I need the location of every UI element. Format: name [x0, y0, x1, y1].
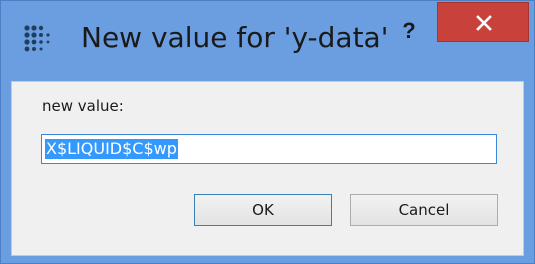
window-title: New value for 'y-data'	[81, 21, 389, 54]
close-button[interactable]	[437, 2, 529, 42]
dialog-body: new value: X$LIQUID$C$wp OK Cancel	[11, 81, 524, 256]
close-icon	[476, 15, 492, 31]
value-input-text[interactable]: X$LIQUID$C$wp	[45, 139, 178, 159]
new-value-label: new value:	[42, 97, 124, 115]
dialog-window: New value for 'y-data' ? new value: X$LI…	[0, 0, 535, 264]
title-bar[interactable]: New value for 'y-data' ?	[1, 1, 534, 83]
help-button[interactable]: ?	[394, 14, 424, 48]
value-input[interactable]: X$LIQUID$C$wp	[41, 134, 497, 164]
cancel-button[interactable]: Cancel	[350, 194, 498, 226]
ok-button[interactable]: OK	[194, 194, 332, 226]
app-dots-icon	[23, 24, 53, 54]
